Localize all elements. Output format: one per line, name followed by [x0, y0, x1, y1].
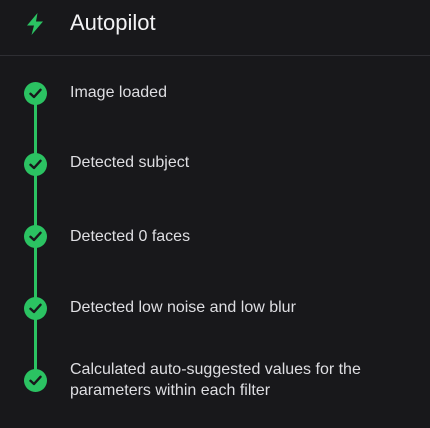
- check-icon: [24, 82, 47, 105]
- progress-steps: Image loaded Detected subject Detected 0…: [0, 56, 430, 428]
- step-label: Detected subject: [70, 154, 190, 171]
- check-icon: [24, 297, 47, 320]
- page-title: Autopilot: [70, 10, 156, 35]
- step-label: Image loaded: [70, 84, 167, 101]
- check-icon: [24, 369, 47, 392]
- autopilot-header: Autopilot: [0, 0, 430, 56]
- step-label: Detected low noise and low blur: [70, 299, 296, 316]
- check-icon: [24, 153, 47, 176]
- step-label: Calculated auto-suggested values for the…: [70, 361, 361, 399]
- lightning-bolt-icon: [27, 13, 43, 35]
- step-label: Detected 0 faces: [70, 228, 191, 245]
- check-icon: [24, 225, 47, 248]
